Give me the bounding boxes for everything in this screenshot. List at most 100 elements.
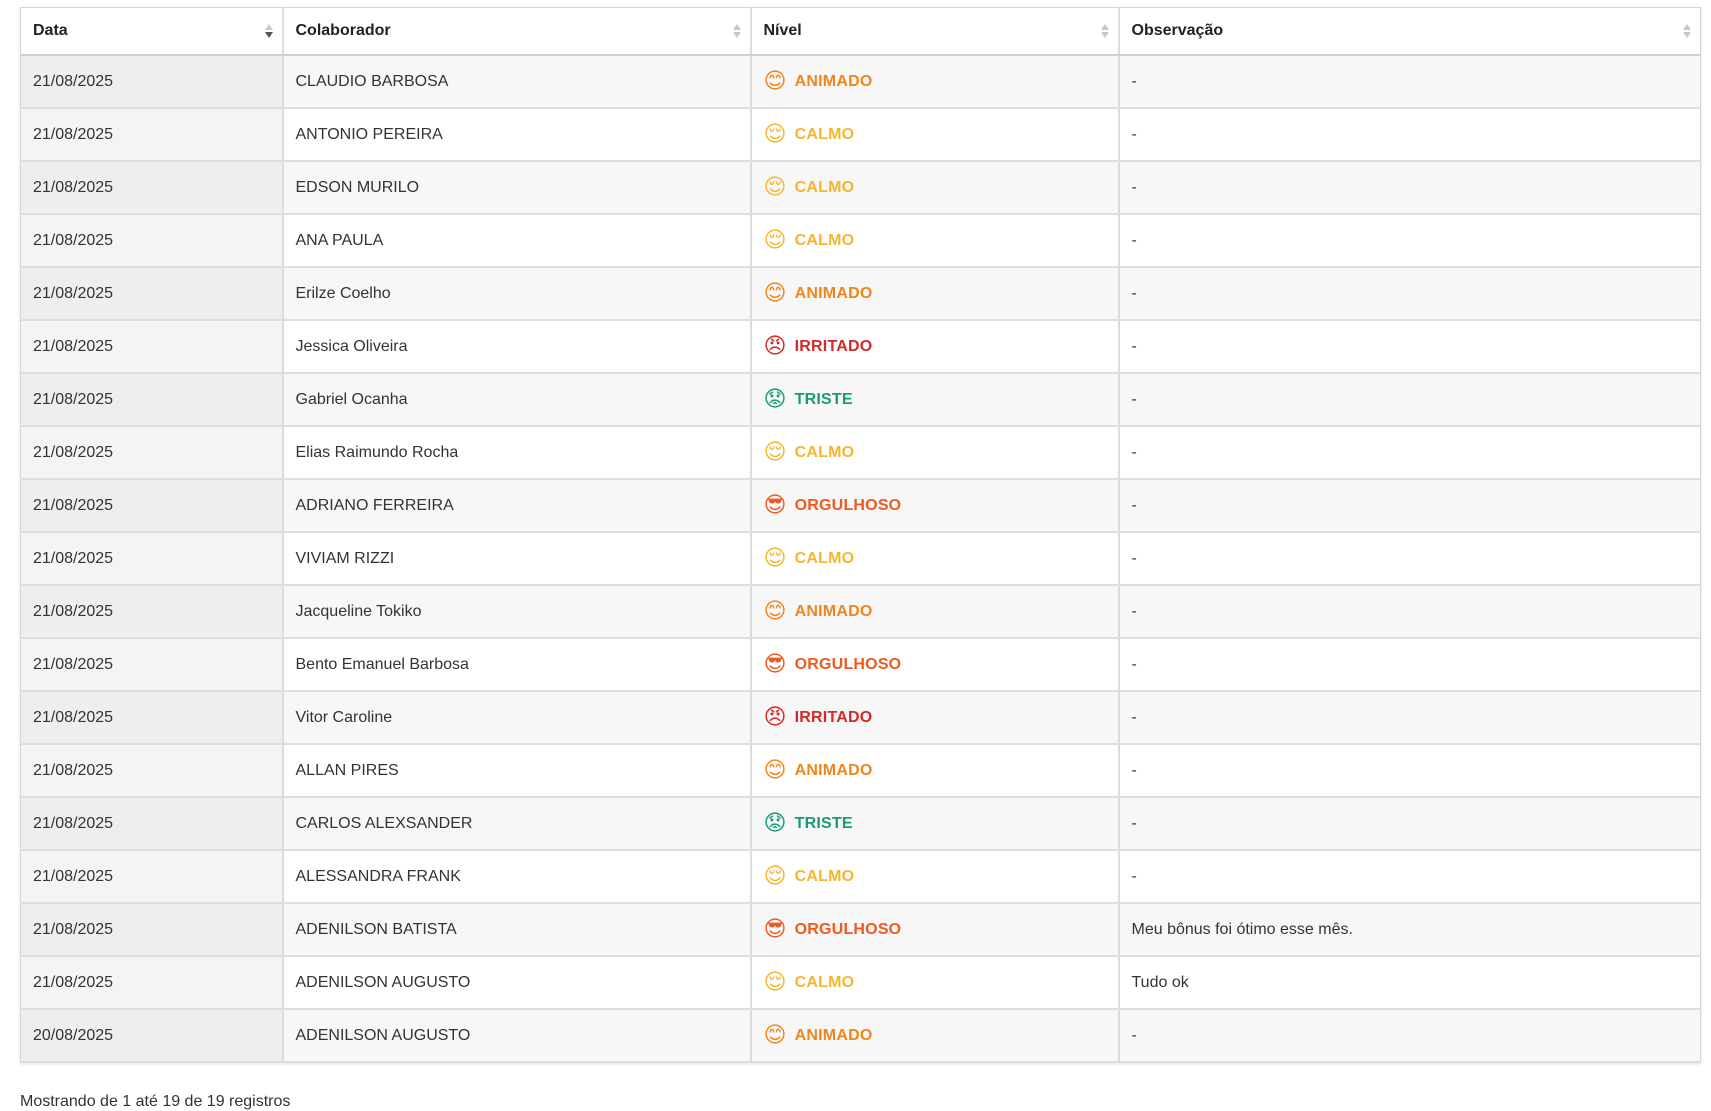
cell-colaborador: Vitor Caroline bbox=[282, 691, 752, 745]
mood-level: 😌 CALMO bbox=[764, 547, 855, 570]
cell-nivel: 😊 ANIMADO bbox=[750, 1009, 1120, 1063]
cell-colaborador: ANTONIO PEREIRA bbox=[282, 108, 752, 162]
table-row[interactable]: 21/08/2025 EDSON MURILO 😌 CALMO - bbox=[20, 161, 1701, 215]
cell-nivel: 😎 ORGULHOSO bbox=[750, 638, 1120, 692]
table-row[interactable]: 21/08/2025 ADENILSON AUGUSTO 😌 CALMO Tudo ok bbox=[20, 956, 1701, 1010]
table-row[interactable]: 21/08/2025 Elias Raimundo Rocha 😌 CALMO - bbox=[20, 426, 1701, 480]
column-header-data[interactable]: Data bbox=[20, 7, 284, 56]
cell-observacao: - bbox=[1118, 373, 1701, 427]
table-row[interactable]: 21/08/2025 CARLOS ALEXSANDER 😟 TRISTE - bbox=[20, 797, 1701, 851]
cell-nivel: 😌 CALMO bbox=[750, 214, 1120, 268]
cell-date: 21/08/2025 bbox=[20, 214, 284, 268]
mood-level-label: CALMO bbox=[794, 443, 855, 461]
cell-colaborador: ALESSANDRA FRANK bbox=[282, 850, 752, 904]
column-header-label: Nível bbox=[763, 22, 802, 39]
cell-nivel: 😌 CALMO bbox=[750, 108, 1120, 162]
table-header: Data Colaborador Nível Observação bbox=[20, 7, 1701, 56]
mood-level: 😊 ANIMADO bbox=[764, 1024, 873, 1047]
table-container: Data Colaborador Nível Observação 21/08/… bbox=[20, 7, 1701, 1063]
mood-level-label: CALMO bbox=[794, 867, 855, 885]
relieved-face-icon: 😌 bbox=[763, 174, 787, 200]
table-row[interactable]: 21/08/2025 Jessica Oliveira 😠 IRRITADO - bbox=[20, 320, 1701, 374]
cell-colaborador: CLAUDIO BARBOSA bbox=[282, 55, 752, 109]
column-header-observacao[interactable]: Observação bbox=[1118, 7, 1701, 56]
table-row[interactable]: 21/08/2025 Erilze Coelho 😊 ANIMADO - bbox=[20, 267, 1701, 321]
cell-observacao: - bbox=[1118, 214, 1701, 268]
angry-face-icon: 😠 bbox=[763, 704, 787, 730]
mood-level: 😎 ORGULHOSO bbox=[763, 651, 902, 677]
cell-date: 21/08/2025 bbox=[20, 850, 284, 904]
cell-date: 21/08/2025 bbox=[20, 797, 284, 851]
sunglasses-face-icon: 😎 bbox=[763, 916, 787, 942]
sort-desc-icon[interactable] bbox=[264, 23, 274, 41]
mood-level-label: CALMO bbox=[794, 231, 855, 249]
cell-date: 21/08/2025 bbox=[20, 161, 284, 215]
smiling-face-icon: 😊 bbox=[763, 280, 787, 306]
cell-date: 21/08/2025 bbox=[20, 426, 284, 480]
cell-nivel: 😎 ORGULHOSO bbox=[750, 903, 1120, 957]
sort-icon[interactable] bbox=[1682, 23, 1692, 41]
cell-colaborador: ADENILSON BATISTA bbox=[282, 903, 752, 957]
table-row[interactable]: 21/08/2025 ALLAN PIRES 😊 ANIMADO - bbox=[20, 744, 1701, 798]
worried-face-icon: 😟 bbox=[763, 386, 787, 412]
cell-date: 21/08/2025 bbox=[20, 479, 284, 533]
cell-observacao: - bbox=[1118, 108, 1701, 162]
cell-colaborador: Jessica Oliveira bbox=[282, 320, 752, 374]
cell-observacao: - bbox=[1118, 532, 1701, 586]
relieved-face-icon: 😌 bbox=[763, 121, 787, 147]
mood-level-label: CALMO bbox=[794, 125, 855, 143]
mood-level: 😟 TRISTE bbox=[764, 812, 853, 835]
header-row: Data Colaborador Nível Observação bbox=[20, 7, 1701, 56]
cell-observacao: - bbox=[1118, 320, 1701, 374]
mood-level-label: ANIMADO bbox=[794, 72, 873, 90]
cell-observacao: Meu bônus foi ótimo esse mês. bbox=[1118, 903, 1701, 957]
table-row[interactable]: 21/08/2025 CLAUDIO BARBOSA 😊 ANIMADO - bbox=[20, 55, 1701, 109]
cell-nivel: 😌 CALMO bbox=[750, 532, 1120, 586]
mood-level: 😌 CALMO bbox=[763, 969, 855, 995]
table-row[interactable]: 21/08/2025 Vitor Caroline 😠 IRRITADO - bbox=[20, 691, 1701, 745]
cell-colaborador: VIVIAM RIZZI bbox=[282, 532, 752, 586]
column-header-nivel[interactable]: Nível bbox=[750, 7, 1120, 56]
angry-face-icon: 😠 bbox=[763, 333, 787, 359]
cell-colaborador: ALLAN PIRES bbox=[282, 744, 752, 798]
relieved-face-icon: 😌 bbox=[763, 969, 787, 995]
cell-observacao: - bbox=[1118, 161, 1701, 215]
cell-nivel: 😌 CALMO bbox=[750, 850, 1120, 904]
cell-colaborador: Elias Raimundo Rocha bbox=[282, 426, 752, 480]
cell-observacao: - bbox=[1118, 850, 1701, 904]
mood-level-label: ANIMADO bbox=[794, 761, 873, 779]
table-row[interactable]: 20/08/2025 ADENILSON AUGUSTO 😊 ANIMADO - bbox=[20, 1009, 1701, 1063]
table-row[interactable]: 21/08/2025 ANTONIO PEREIRA 😌 CALMO - bbox=[20, 108, 1701, 162]
table-row[interactable]: 21/08/2025 ADENILSON BATISTA 😎 ORGULHOSO Meu… bbox=[20, 903, 1701, 957]
table-row[interactable]: 21/08/2025 ALESSANDRA FRANK 😌 CALMO - bbox=[20, 850, 1701, 904]
mood-level-label: ORGULHOSO bbox=[794, 496, 902, 514]
mood-level: 😊 ANIMADO bbox=[764, 600, 873, 623]
mood-level: 😌 CALMO bbox=[763, 863, 855, 889]
relieved-face-icon: 😌 bbox=[763, 863, 787, 889]
cell-date: 21/08/2025 bbox=[20, 903, 284, 957]
cell-observacao: - bbox=[1118, 585, 1701, 639]
sort-icon[interactable] bbox=[1100, 23, 1110, 41]
cell-nivel: 😟 TRISTE bbox=[750, 373, 1120, 427]
mood-level-label: CALMO bbox=[794, 549, 855, 567]
cell-observacao: - bbox=[1118, 55, 1701, 109]
cell-observacao: - bbox=[1118, 1009, 1701, 1063]
table-row[interactable]: 21/08/2025 Gabriel Ocanha 😟 TRISTE - bbox=[20, 373, 1701, 427]
table-row[interactable]: 21/08/2025 VIVIAM RIZZI 😌 CALMO - bbox=[20, 532, 1701, 586]
cell-colaborador: Erilze Coelho bbox=[282, 267, 752, 321]
mood-level: 😊 ANIMADO bbox=[764, 70, 873, 93]
cell-nivel: 😊 ANIMADO bbox=[750, 744, 1120, 798]
mood-records-table: Data Colaborador Nível Observação 21/08/… bbox=[20, 7, 1701, 1063]
cell-nivel: 😌 CALMO bbox=[750, 161, 1120, 215]
cell-date: 21/08/2025 bbox=[20, 638, 284, 692]
table-row[interactable]: 21/08/2025 Jacqueline Tokiko 😊 ANIMADO - bbox=[20, 585, 1701, 639]
table-row[interactable]: 21/08/2025 Bento Emanuel Barbosa 😎 ORGULHOS… bbox=[20, 638, 1701, 692]
relieved-face-icon: 😌 bbox=[763, 227, 787, 253]
sort-icon[interactable] bbox=[732, 23, 742, 41]
mood-level: 😎 ORGULHOSO bbox=[764, 494, 902, 517]
mood-level-label: TRISTE bbox=[794, 390, 853, 408]
sunglasses-face-icon: 😎 bbox=[763, 651, 787, 677]
table-row[interactable]: 21/08/2025 ANA PAULA 😌 CALMO - bbox=[20, 214, 1701, 268]
column-header-colaborador[interactable]: Colaborador bbox=[282, 7, 752, 56]
table-row[interactable]: 21/08/2025 ADRIANO FERREIRA 😎 ORGULHOSO - bbox=[20, 479, 1701, 533]
